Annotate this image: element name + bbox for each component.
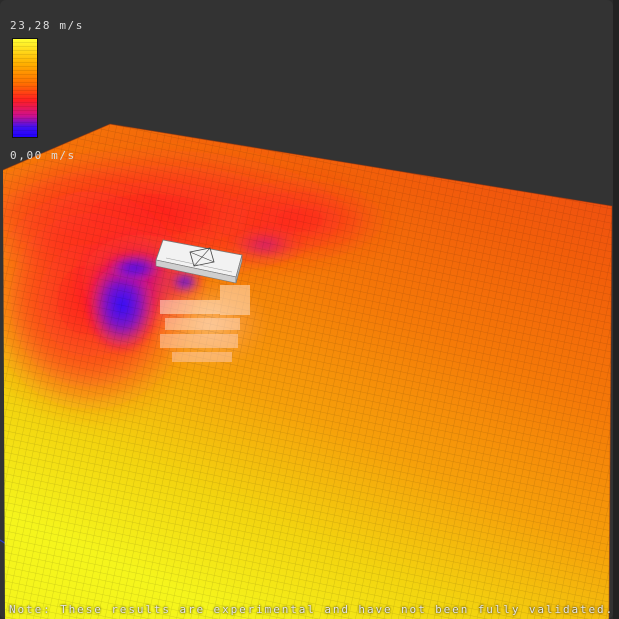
velocity-field-plane bbox=[3, 124, 612, 619]
simulation-viewport[interactable]: 23,28 m/s 0,00 m/s Note: These results a… bbox=[0, 0, 613, 619]
legend-min-label: 0,00 m/s bbox=[10, 149, 76, 162]
window-edge bbox=[613, 0, 619, 619]
velocity-color-scale bbox=[12, 38, 38, 138]
disclaimer-note: Note: These results are experimental and… bbox=[9, 603, 613, 616]
wind-field-scene bbox=[0, 123, 613, 619]
legend-max-label: 23,28 m/s bbox=[10, 19, 85, 32]
